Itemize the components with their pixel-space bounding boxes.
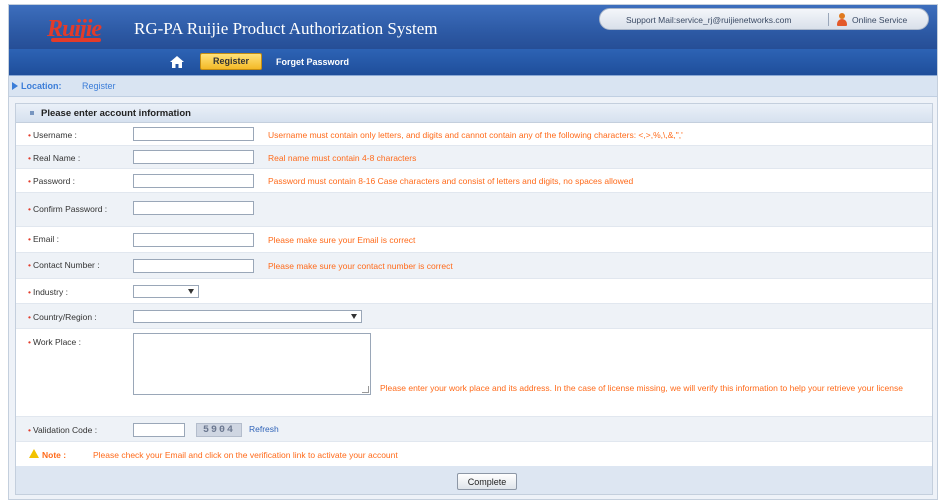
contact-number-hint: Please make sure your contact number is …	[268, 261, 453, 271]
work-place-label: • Work Place :	[28, 337, 82, 347]
email-input[interactable]	[133, 233, 254, 247]
support-divider	[828, 13, 829, 26]
nav-register-button[interactable]: Register	[200, 53, 262, 70]
contact-number-label: • Contact Number :	[28, 260, 100, 270]
username-input[interactable]	[133, 127, 254, 141]
home-icon[interactable]	[169, 54, 185, 70]
warning-icon	[29, 449, 39, 458]
password-input[interactable]	[133, 174, 254, 188]
password-row: • Password : Password must contain 8-16 C…	[16, 169, 932, 193]
validation-code-label: • Validation Code :	[28, 425, 98, 435]
email-hint: Please make sure your Email is correct	[268, 235, 416, 245]
location-arrow-icon	[12, 82, 18, 90]
form-footer: Complete	[16, 466, 932, 494]
confirm-password-label: • Confirm Password :	[28, 204, 108, 214]
chevron-down-icon	[188, 289, 194, 294]
captcha-image: 5904	[196, 423, 242, 437]
contact-number-input[interactable]	[133, 259, 254, 273]
username-hint: Username must contain only letters, and …	[268, 130, 683, 140]
online-service-icon	[837, 13, 847, 26]
header-bar: Ruijie RG-PA Ruijie Product Authorizatio…	[9, 5, 937, 49]
email-label: • Email :	[28, 234, 59, 244]
work-place-row: • Work Place : Please enter your work pla…	[16, 329, 932, 417]
captcha-refresh-link[interactable]: Refresh	[249, 424, 279, 434]
location-value[interactable]: Register	[82, 81, 116, 91]
system-title: RG-PA Ruijie Product Authorization Syste…	[134, 19, 438, 38]
online-service-link[interactable]: Online Service	[852, 15, 907, 25]
password-label: • Password :	[28, 176, 76, 186]
industry-label: • Industry :	[28, 287, 68, 297]
industry-row: • Industry :	[16, 279, 932, 304]
support-box: Support Mail:service_rj@ruijienetworks.c…	[599, 8, 929, 30]
complete-button[interactable]: Complete	[457, 473, 517, 490]
note-label: Note :	[42, 450, 67, 460]
registration-form: Please enter account information • Userna…	[15, 103, 933, 495]
form-header: Please enter account information	[16, 104, 932, 123]
validation-code-input[interactable]	[133, 423, 185, 437]
work-place-textarea[interactable]	[133, 333, 371, 395]
real-name-input[interactable]	[133, 150, 254, 164]
resize-handle-icon[interactable]	[362, 386, 369, 393]
location-label: Location:	[21, 81, 62, 91]
real-name-label: • Real Name :	[28, 153, 81, 163]
password-hint: Password must contain 8-16 Case characte…	[268, 176, 634, 186]
support-mail-link[interactable]: Support Mail:service_rj@ruijienetworks.c…	[626, 15, 791, 25]
nav-bar: Register Forget Password	[9, 49, 937, 76]
logo-underline	[51, 38, 101, 42]
email-row: • Email : Please make sure your Email is …	[16, 227, 932, 253]
bullet-icon	[30, 111, 34, 115]
username-label: • Username :	[28, 130, 77, 140]
country-region-label: • Country/Region :	[28, 312, 97, 322]
industry-select[interactable]	[133, 285, 199, 298]
form-title: Please enter account information	[41, 108, 191, 119]
note-text: Please check your Email and click on the…	[93, 450, 398, 460]
confirm-password-input[interactable]	[133, 201, 254, 215]
breadcrumb: Location: Register	[9, 76, 937, 97]
nav-forget-password-link[interactable]: Forget Password	[276, 57, 349, 67]
contact-number-row: • Contact Number : Please make sure your …	[16, 253, 932, 279]
note-row: Note : Please check your Email and click…	[16, 442, 932, 467]
country-region-row: • Country/Region :	[16, 304, 932, 329]
confirm-password-row: • Confirm Password :	[16, 193, 932, 227]
username-row: • Username : Username must contain only l…	[16, 123, 932, 146]
real-name-hint: Real name must contain 4-8 characters	[268, 153, 417, 163]
validation-code-row: • Validation Code : 5904 Refresh	[16, 417, 932, 442]
work-place-hint: Please enter your work place and its add…	[380, 383, 903, 393]
country-region-select[interactable]	[133, 310, 362, 323]
app-window: Ruijie RG-PA Ruijie Product Authorizatio…	[8, 4, 938, 500]
real-name-row: • Real Name : Real name must contain 4-8 …	[16, 146, 932, 169]
chevron-down-icon	[351, 314, 357, 319]
